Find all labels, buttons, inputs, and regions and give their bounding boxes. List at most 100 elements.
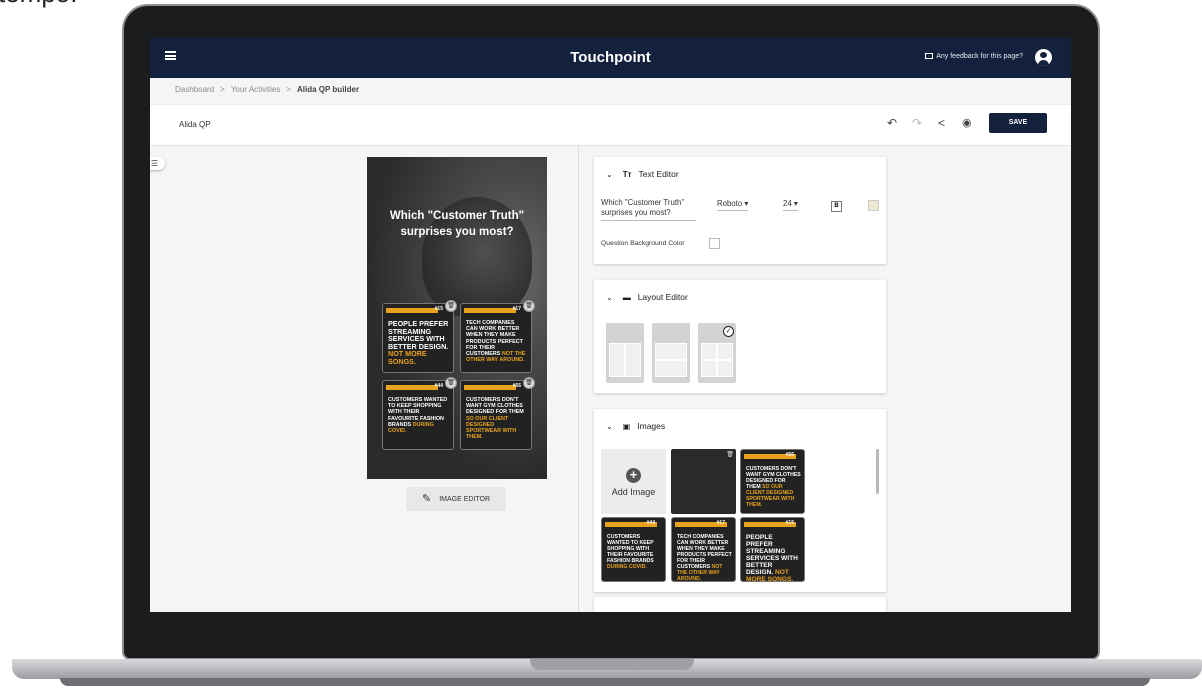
layout-cell: [701, 343, 717, 360]
feedback-label: Any feedback for this page?: [936, 53, 1023, 60]
card-label-bar: [464, 385, 516, 390]
image-thumbnail-card[interactable]: #17 TECH COMPANIES CAN WORK BETTER WHEN …: [671, 517, 736, 582]
redo-icon[interactable]: ↷: [912, 116, 922, 130]
images-scrollbar[interactable]: [876, 449, 879, 494]
images-title: Images: [637, 421, 666, 431]
card-number: #56: [512, 383, 521, 389]
card-delete-icon[interactable]: 🗑: [445, 377, 457, 389]
text-editor-title: Text Editor: [638, 169, 679, 179]
card-number: #44: [646, 520, 655, 526]
add-icon: +: [626, 468, 641, 483]
outline-toggle-icon[interactable]: ☰: [150, 157, 165, 170]
question-text-input[interactable]: Which "Customer Truth" surprises you mos…: [601, 198, 696, 221]
chevron-down-icon: ⌄: [606, 170, 613, 179]
save-button[interactable]: SAVE: [989, 113, 1047, 133]
card-label-bar: [464, 308, 516, 313]
font-size-select[interactable]: 24 ▾: [783, 199, 798, 211]
image-thumbnail-card[interactable]: #15 PEOPLE PREFER STREAMING SERVICES WIT…: [740, 517, 805, 583]
card-delete-icon[interactable]: 🗑: [445, 300, 457, 312]
preview-card[interactable]: #56 🗑 CUSTOMERS DON'T WANT GYM CLOTHES D…: [460, 377, 535, 450]
card-number: #15: [785, 520, 794, 526]
font-select-value: Roboto: [717, 199, 743, 208]
text-editor-header[interactable]: ⌄ Tт Text Editor: [606, 169, 679, 179]
text-format-icon: Tт: [622, 170, 632, 179]
font-select[interactable]: Roboto ▾: [717, 199, 749, 211]
layout-cell: [717, 343, 733, 360]
undo-icon[interactable]: ↶: [887, 116, 897, 130]
breadcrumb-current: Alida QP builder: [297, 85, 360, 94]
layout-editor-title: Layout Editor: [637, 292, 688, 302]
editor-toolbar: Alida QP ↶ ↷ < ◉ SAVE: [150, 104, 1071, 146]
preview-eye-icon[interactable]: ◉: [962, 116, 972, 129]
card-number: #15: [434, 306, 443, 312]
feedback-icon: [925, 53, 934, 59]
image-thumbnail-photo[interactable]: 🗑: [671, 449, 736, 514]
card-number: #56: [785, 452, 794, 458]
card-text: CUSTOMERS WANTED TO KEEP SHOPPING WITH T…: [607, 534, 654, 570]
text-editor-panel: ⌄ Tт Text Editor Which "Customer Truth" su…: [594, 157, 886, 264]
layout-option-two-columns[interactable]: [606, 323, 644, 383]
layout-cell: [655, 360, 687, 377]
document-name: Alida QP: [179, 120, 211, 129]
card-label-bar: [386, 308, 438, 313]
card-text: TECH COMPANIES CAN WORK BETTER WHEN THEY…: [677, 534, 732, 582]
bold-button[interactable]: B: [831, 201, 842, 212]
layout-option-two-rows[interactable]: [652, 323, 690, 383]
font-size-value: 24: [783, 199, 792, 208]
layout-cell: [625, 343, 641, 377]
layout-editor-panel: ⌄ ▬ Layout Editor ✓: [594, 280, 886, 393]
preview-question: Which "Customer Truth" surprises you mos…: [389, 210, 525, 238]
card-delete-icon[interactable]: 🗑: [523, 377, 535, 389]
breadcrumb-activities[interactable]: Your Activities: [231, 85, 281, 94]
account-icon[interactable]: [1035, 49, 1052, 66]
image-editor-label: IMAGE EDITOR: [439, 496, 491, 503]
card-number: #44: [434, 383, 443, 389]
app-screen: Touchpoint Any feedback for this page? D…: [150, 38, 1071, 612]
layout-option-grid[interactable]: ✓: [698, 323, 736, 383]
share-icon[interactable]: <: [938, 116, 945, 130]
layout-cell: [655, 343, 687, 360]
question-bg-color-swatch[interactable]: [709, 238, 720, 249]
layout-editor-header[interactable]: ⌄ ▬ Layout Editor: [606, 292, 688, 302]
card-text: CUSTOMERS DON'T WANT GYM CLOTHES DESIGNE…: [466, 397, 524, 441]
image-icon: ▣: [622, 422, 631, 431]
card-number: #17: [512, 306, 521, 312]
card-number: #17: [716, 520, 725, 526]
breadcrumb-separator: >: [286, 85, 291, 94]
preview-card[interactable]: #15 🗑 PEOPLE PREFER STREAMING SERVICES W…: [382, 300, 457, 373]
dropdown-caret-icon: ▾: [793, 199, 798, 208]
breadcrumb: Dashboard > Your Activities > Alida QP build…: [175, 85, 359, 94]
question-bg-color-label: Question Background Color: [601, 240, 685, 247]
preview-card[interactable]: #17 🗑 TECH COMPANIES CAN WORK BETTER WHE…: [460, 300, 535, 373]
card-text: CUSTOMERS WANTED TO KEEP SHOPPING WITH T…: [388, 397, 448, 435]
breadcrumb-dashboard[interactable]: Dashboard: [175, 85, 214, 94]
laptop-notch: [530, 659, 694, 670]
delete-icon[interactable]: 🗑: [726, 451, 734, 458]
preview-card[interactable]: #44 🗑 CUSTOMERS WANTED TO KEEP SHOPPING …: [382, 377, 457, 450]
card-text: TECH COMPANIES CAN WORK BETTER WHEN THEY…: [466, 320, 526, 364]
image-editor-button[interactable]: ✎ IMAGE EDITOR: [406, 487, 506, 511]
images-header[interactable]: ⌄ ▣ Images: [606, 421, 665, 431]
add-image-button[interactable]: + Add Image: [601, 449, 666, 514]
image-thumbnail-card[interactable]: #44 CUSTOMERS WANTED TO KEEP SHOPPING WI…: [601, 517, 666, 582]
card-text: PEOPLE PREFER STREAMING SERVICES WITH BE…: [746, 534, 798, 583]
dropdown-caret-icon: ▾: [744, 199, 749, 208]
laptop-base-edge: [60, 678, 1150, 686]
collapsed-panel-partial: [594, 597, 886, 612]
breadcrumb-separator: >: [220, 85, 225, 94]
app-header: Touchpoint Any feedback for this page?: [150, 38, 1071, 78]
chevron-down-icon: ⌄: [606, 293, 613, 302]
image-thumbnail-card[interactable]: #56 CUSTOMERS DON'T WANT GYM CLOTHES DES…: [740, 449, 805, 514]
card-label-bar: [386, 385, 438, 390]
chevron-down-icon: ⌄: [606, 422, 613, 431]
mobile-preview: Which "Customer Truth" surprises you mos…: [367, 157, 547, 479]
pencil-icon: ✎: [421, 493, 432, 505]
feedback-link[interactable]: Any feedback for this page?: [925, 53, 1023, 60]
selected-check-icon: ✓: [723, 326, 734, 337]
card-delete-icon[interactable]: 🗑: [523, 300, 535, 312]
layout-cell: [717, 360, 733, 377]
layout-cell: [609, 343, 625, 377]
text-color-swatch[interactable]: [868, 200, 879, 211]
card-text: CUSTOMERS DON'T WANT GYM CLOTHES DESIGNE…: [746, 466, 801, 508]
column-divider: [578, 146, 579, 612]
